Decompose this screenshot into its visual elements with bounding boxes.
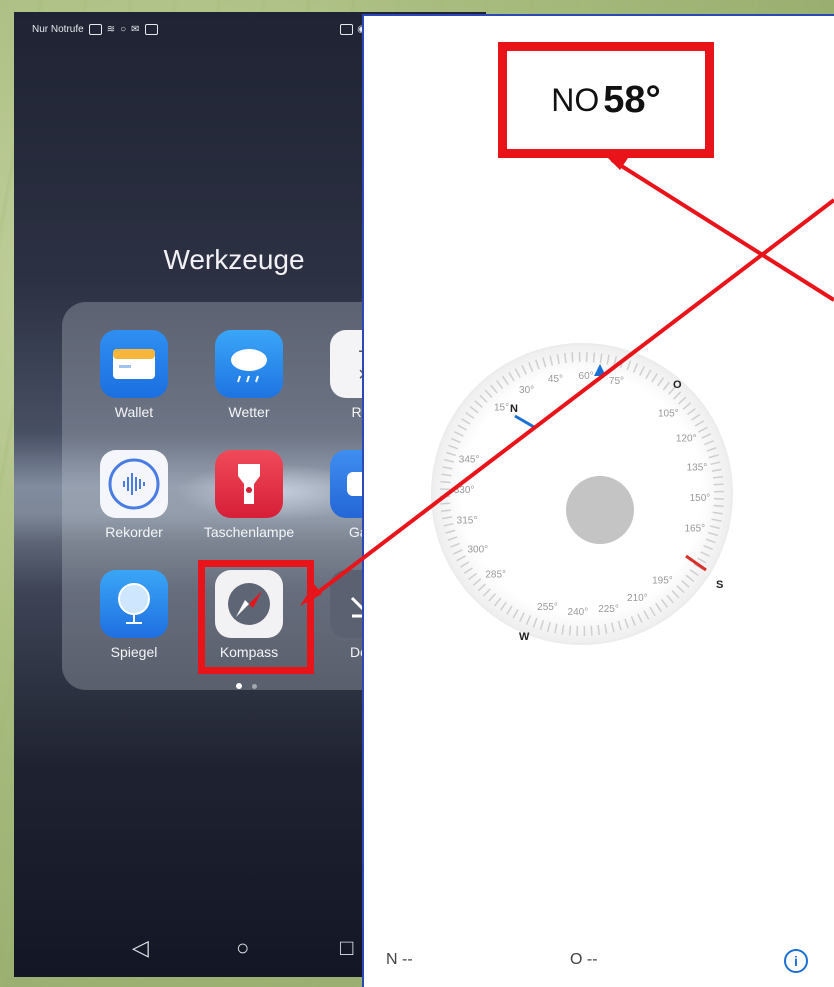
arrow-to-kompass (306, 198, 834, 602)
arrow-to-heading (610, 158, 834, 302)
arrowhead-kompass-icon (300, 584, 322, 606)
annotation-arrows (300, 154, 834, 606)
